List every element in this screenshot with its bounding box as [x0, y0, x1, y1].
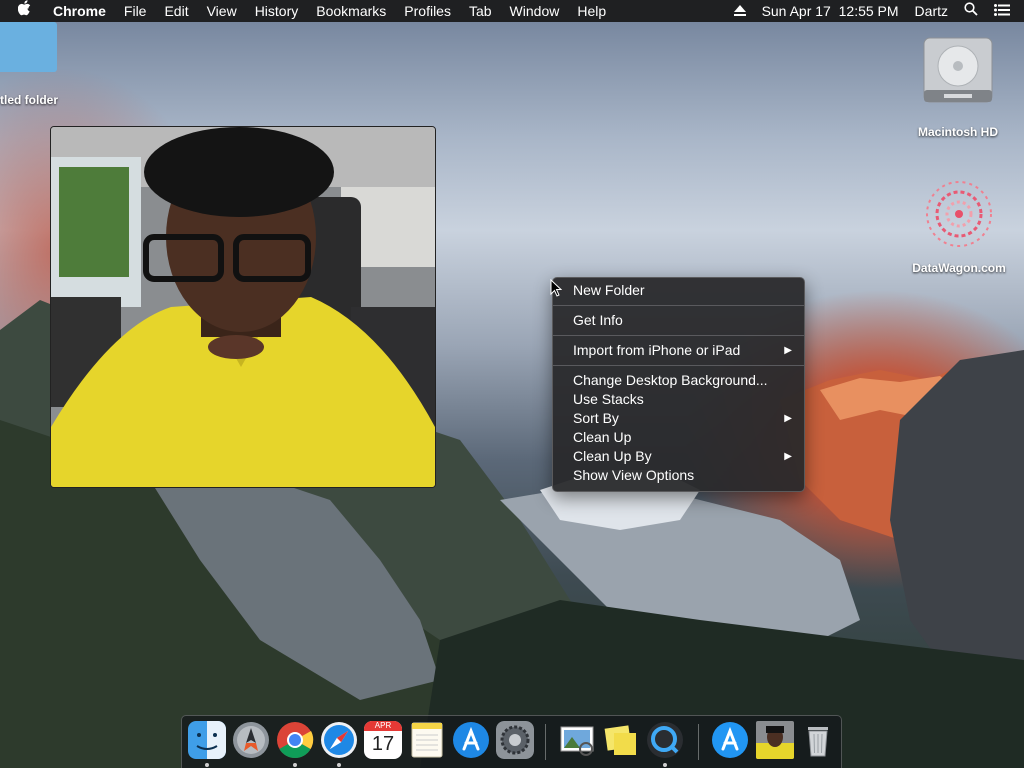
- notification-center-icon[interactable]: [986, 0, 1024, 22]
- eject-icon[interactable]: [726, 0, 754, 22]
- menu-item-show-view-options[interactable]: Show View Options: [553, 466, 804, 485]
- dock-separator: [545, 724, 546, 760]
- menu-item-label: Change Desktop Background...: [573, 372, 768, 388]
- spotlight-search-icon[interactable]: [956, 0, 986, 22]
- hard-drive-label[interactable]: Macintosh HD: [906, 125, 1010, 139]
- menu-item-label: Use Stacks: [573, 391, 644, 407]
- menu-item-sort-by[interactable]: Sort By ▶: [553, 409, 804, 428]
- menu-clock[interactable]: Sun Apr 17 12:55 PM: [754, 0, 907, 22]
- apple-logo-icon[interactable]: [0, 0, 44, 22]
- desktop-context-menu: New Folder Get Info Import from iPhone o…: [552, 277, 805, 492]
- trash-icon[interactable]: [799, 721, 837, 759]
- facetime-video-window[interactable]: [50, 126, 436, 488]
- menu-bar: Chrome File Edit View History Bookmarks …: [0, 0, 1024, 22]
- running-indicator: [205, 763, 209, 767]
- menu-file[interactable]: File: [115, 0, 156, 22]
- folder-label[interactable]: tled folder: [0, 93, 58, 107]
- menu-item-label: Sort By: [573, 410, 619, 426]
- menu-history[interactable]: History: [246, 0, 308, 22]
- submenu-arrow-icon: ▶: [784, 345, 792, 356]
- calendar-day: 17: [371, 733, 395, 755]
- menu-separator: [553, 365, 804, 366]
- menu-app-name[interactable]: Chrome: [44, 0, 115, 22]
- folder-icon[interactable]: [0, 22, 57, 72]
- app-store-icon[interactable]: [452, 721, 490, 759]
- menu-item-clean-up-by[interactable]: Clean Up By ▶: [553, 447, 804, 466]
- finder-icon[interactable]: [188, 721, 226, 759]
- chrome-icon[interactable]: [276, 721, 314, 759]
- menu-item-new-folder[interactable]: New Folder: [553, 281, 804, 300]
- menu-bookmarks[interactable]: Bookmarks: [307, 0, 395, 22]
- menu-item-label: Clean Up: [573, 429, 632, 445]
- menu-item-import-iphone[interactable]: Import from iPhone or iPad ▶: [553, 341, 804, 360]
- menu-item-clean-up[interactable]: Clean Up: [553, 428, 804, 447]
- notes-icon[interactable]: [408, 721, 446, 759]
- datawagon-label[interactable]: DataWagon.com: [900, 261, 1018, 275]
- menu-profiles[interactable]: Profiles: [395, 0, 460, 22]
- menu-item-label: Import from iPhone or iPad: [573, 342, 741, 358]
- calendar-month: APR: [364, 721, 402, 731]
- app-store-download-icon[interactable]: [711, 721, 749, 759]
- menu-item-label: New Folder: [573, 282, 645, 298]
- system-preferences-icon[interactable]: [496, 721, 534, 759]
- submenu-arrow-icon: ▶: [784, 451, 792, 462]
- running-indicator: [293, 763, 297, 767]
- stickies-icon[interactable]: [602, 721, 640, 759]
- menu-item-label: Get Info: [573, 312, 623, 328]
- quicktime-icon[interactable]: [646, 721, 684, 759]
- safari-icon[interactable]: [320, 721, 358, 759]
- datawagon-icon[interactable]: [920, 175, 998, 253]
- menu-tab[interactable]: Tab: [460, 0, 501, 22]
- menu-window[interactable]: Window: [501, 0, 569, 22]
- dock-separator: [698, 724, 699, 760]
- preview-icon[interactable]: [558, 721, 596, 759]
- menu-item-use-stacks[interactable]: Use Stacks: [553, 390, 804, 409]
- menu-item-change-background[interactable]: Change Desktop Background...: [553, 371, 804, 390]
- menu-user[interactable]: Dartz: [907, 0, 956, 22]
- menu-item-label: Clean Up By: [573, 448, 652, 464]
- menu-edit[interactable]: Edit: [155, 0, 197, 22]
- hard-drive-icon[interactable]: [920, 32, 996, 108]
- video-frame-image: [51, 127, 435, 487]
- calendar-icon[interactable]: APR 17: [364, 721, 402, 759]
- menu-view[interactable]: View: [198, 0, 246, 22]
- menu-item-get-info[interactable]: Get Info: [553, 311, 804, 330]
- menu-item-label: Show View Options: [573, 467, 695, 483]
- menu-separator: [553, 305, 804, 306]
- photo-thumbnail-icon[interactable]: [756, 721, 794, 759]
- launchpad-icon[interactable]: [232, 721, 270, 759]
- running-indicator: [663, 763, 667, 767]
- dock: APR 17: [181, 715, 842, 768]
- menu-help[interactable]: Help: [568, 0, 615, 22]
- running-indicator: [337, 763, 341, 767]
- menu-separator: [553, 335, 804, 336]
- mouse-cursor-icon: [550, 279, 562, 297]
- submenu-arrow-icon: ▶: [784, 413, 792, 424]
